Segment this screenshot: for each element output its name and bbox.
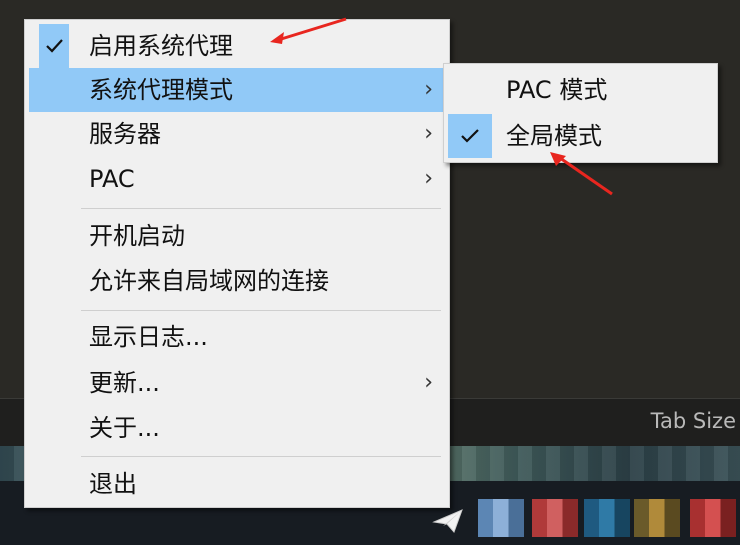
- submenu-item-global-mode[interactable]: 全局模式: [448, 114, 714, 158]
- menu-item-servers[interactable]: 服务器 ›: [29, 112, 445, 156]
- menu-item-about[interactable]: 关于...: [29, 406, 445, 450]
- chevron-right-icon: ›: [424, 77, 433, 102]
- proxy-mode-submenu: PAC 模式 全局模式: [443, 63, 718, 163]
- menu-item-label: 允许来自局域网的连接: [89, 267, 329, 295]
- menu-item-pac[interactable]: PAC ›: [29, 157, 445, 201]
- tray-icon-blurred[interactable]: [690, 499, 736, 537]
- menu-item-start-on-boot[interactable]: 开机启动: [29, 214, 445, 258]
- menu-item-update[interactable]: 更新... ›: [29, 361, 445, 405]
- tray-context-menu: 启用系统代理 系统代理模式 › 服务器 › PAC › 开机启动 允许来自局域网…: [24, 19, 450, 508]
- menu-item-label: 系统代理模式: [89, 76, 233, 104]
- menu-item-exit[interactable]: 退出: [29, 462, 445, 506]
- menu-item-label: 服务器: [89, 120, 161, 148]
- chevron-right-icon: ›: [424, 121, 433, 146]
- chevron-right-icon: ›: [424, 166, 433, 191]
- chevron-right-icon: ›: [424, 370, 433, 395]
- menu-item-label: 关于...: [89, 414, 160, 442]
- menu-item-show-logs[interactable]: 显示日志...: [29, 315, 445, 359]
- menu-item-label: 退出: [89, 470, 137, 498]
- menu-separator: [81, 310, 441, 311]
- paper-plane-icon[interactable]: [432, 508, 464, 534]
- submenu-item-label: PAC 模式: [506, 76, 608, 104]
- menu-item-label: PAC: [89, 165, 135, 193]
- submenu-item-label: 全局模式: [506, 122, 602, 150]
- menu-separator: [81, 208, 441, 209]
- tray-icon-blurred[interactable]: [532, 499, 578, 537]
- menu-separator: [81, 456, 441, 457]
- menu-item-label: 显示日志...: [89, 323, 208, 351]
- menu-item-allow-lan[interactable]: 允许来自局域网的连接: [29, 259, 445, 303]
- tray-icon-blurred[interactable]: [478, 499, 524, 537]
- menu-item-label: 启用系统代理: [89, 32, 233, 60]
- tab-size-label[interactable]: Tab Size: [651, 409, 736, 433]
- check-icon: [448, 114, 492, 158]
- tray-icon-blurred[interactable]: [584, 499, 630, 537]
- submenu-item-pac-mode[interactable]: PAC 模式: [448, 68, 714, 112]
- check-icon: [39, 24, 69, 68]
- menu-item-enable-system-proxy[interactable]: 启用系统代理: [29, 24, 445, 68]
- tray-icon-blurred[interactable]: [634, 499, 680, 537]
- menu-item-system-proxy-mode[interactable]: 系统代理模式 ›: [29, 68, 445, 112]
- menu-item-label: 更新...: [89, 369, 160, 397]
- menu-item-label: 开机启动: [89, 222, 185, 250]
